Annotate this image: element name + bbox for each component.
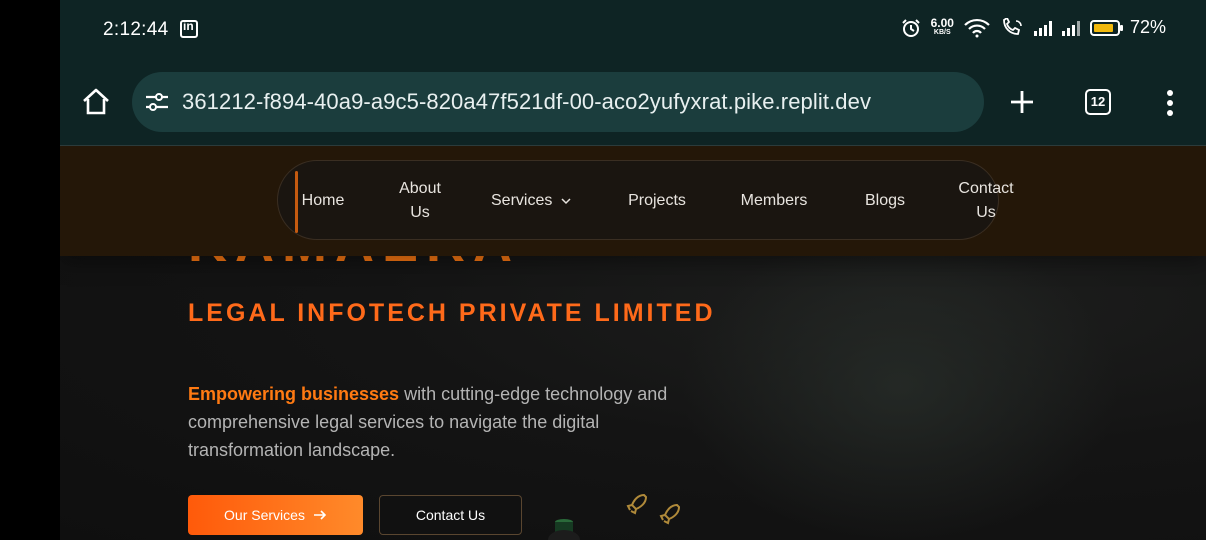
net-speed: 6.00 KB/S bbox=[931, 17, 954, 38]
tagline-highlight: Empowering businesses bbox=[188, 384, 400, 404]
contact-us-label: Contact Us bbox=[415, 507, 486, 523]
battery-percent: 72% bbox=[1129, 17, 1166, 37]
alarm-icon bbox=[901, 18, 920, 37]
nav-about-us[interactable]: About Us bbox=[388, 177, 452, 225]
wifi-icon bbox=[964, 18, 990, 37]
tab-switcher-button[interactable]: 12 bbox=[1085, 89, 1111, 115]
web-page: KAMAERA Home About Us Services Projects bbox=[60, 146, 1206, 540]
status-time: 2:12:44 bbox=[103, 19, 169, 40]
status-icons: 6.00 KB/S 72% bbox=[901, 17, 1166, 38]
hero-background-graphic bbox=[680, 226, 1120, 540]
status-bar: 2:12:44 6.00 KB/S bbox=[60, 0, 1206, 62]
new-tab-icon[interactable] bbox=[1006, 86, 1038, 118]
wifi-calling-icon bbox=[1003, 17, 1022, 35]
bottle-graphic bbox=[548, 519, 580, 540]
signal-roaming-icon bbox=[1061, 20, 1080, 36]
nav-contact-label-2: Us bbox=[976, 204, 996, 221]
home-icon[interactable] bbox=[80, 86, 112, 118]
linkedin-icon bbox=[180, 19, 198, 38]
arrow-right-icon bbox=[313, 510, 327, 520]
net-speed-unit: KB/S bbox=[933, 28, 951, 36]
nav-members-label: Members bbox=[740, 192, 808, 209]
phone-screen: 2:12:44 6.00 KB/S bbox=[60, 0, 1206, 540]
site-settings-icon[interactable] bbox=[144, 90, 170, 114]
nav-services[interactable]: Services bbox=[491, 189, 581, 213]
left-black-border bbox=[0, 0, 60, 540]
nav-home[interactable]: Home bbox=[298, 189, 348, 213]
address-bar[interactable]: 361212-f894-40a9-a9c5-820a47f521df-00-ac… bbox=[132, 72, 984, 132]
nav-services-label: Services bbox=[491, 192, 553, 209]
contact-us-button[interactable]: Contact Us bbox=[379, 495, 522, 535]
nav-members[interactable]: Members bbox=[734, 189, 814, 213]
nav-blogs[interactable]: Blogs bbox=[857, 189, 913, 213]
nav-about-label-1: About bbox=[399, 180, 441, 197]
company-subtitle: LEGAL INFOTECH PRIVATE LIMITED bbox=[188, 299, 716, 327]
our-services-button[interactable]: Our Services bbox=[188, 495, 363, 535]
chevron-down-icon bbox=[561, 198, 571, 205]
more-options-icon[interactable] bbox=[1160, 89, 1180, 117]
main-nav: Home About Us Services Projects Members … bbox=[277, 160, 1014, 240]
nav-home-label: Home bbox=[301, 192, 345, 209]
url-text[interactable]: 361212-f894-40a9-a9c5-820a47f521df-00-ac… bbox=[182, 89, 871, 115]
nav-projects-label: Projects bbox=[628, 192, 686, 209]
nav-contact-us[interactable]: Contact Us bbox=[946, 177, 1026, 225]
browser-toolbar: 361212-f894-40a9-a9c5-820a47f521df-00-ac… bbox=[60, 62, 1206, 146]
signal-icon bbox=[1033, 20, 1052, 36]
rocket-icon bbox=[659, 503, 681, 525]
nav-about-label-2: Us bbox=[410, 204, 430, 221]
nav-contact-label-1: Contact bbox=[958, 180, 1014, 197]
nav-projects[interactable]: Projects bbox=[622, 189, 692, 213]
our-services-label: Our Services bbox=[224, 507, 305, 523]
battery-icon bbox=[1089, 19, 1123, 36]
hero-tagline: Empowering businesses with cutting-edge … bbox=[188, 380, 708, 464]
nav-blogs-label: Blogs bbox=[864, 192, 906, 209]
rocket-icon bbox=[626, 493, 648, 515]
